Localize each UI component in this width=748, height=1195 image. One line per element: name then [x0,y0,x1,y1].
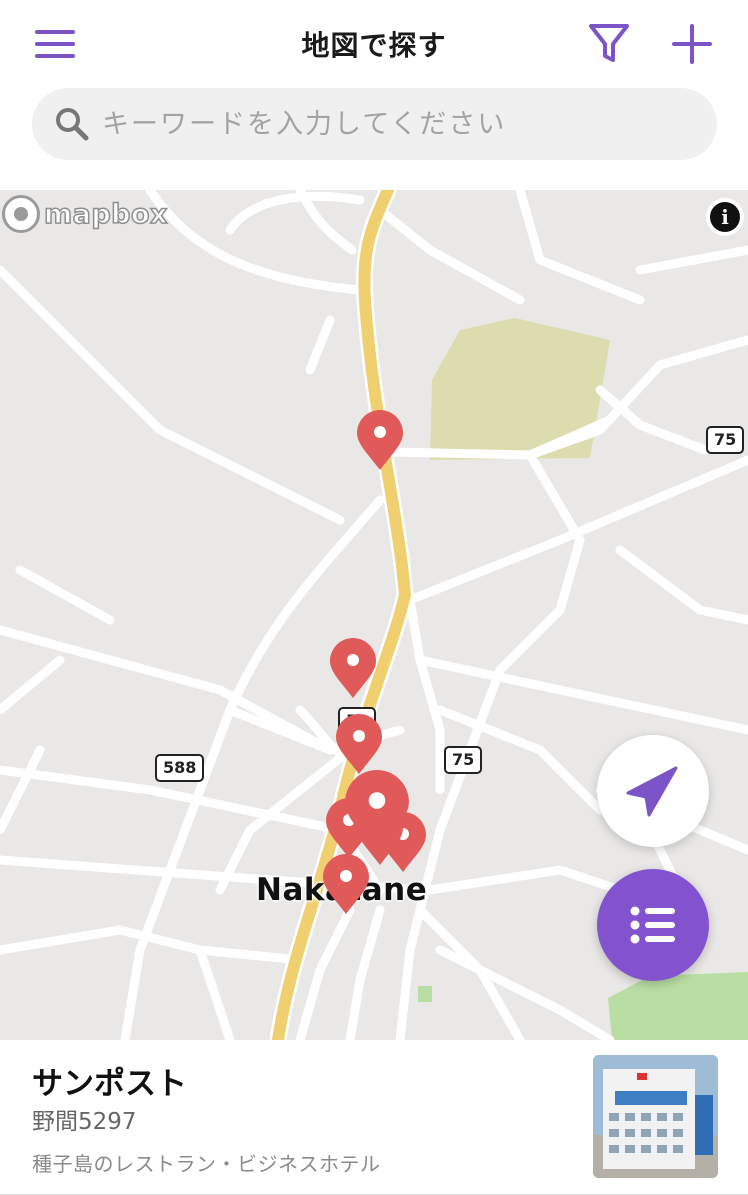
place-card[interactable]: サンポスト 野間5297 種子島のレストラン・ビジネスホテル [0,1040,748,1195]
map-marker-icon[interactable] [342,770,412,856]
map-marker-icon[interactable] [321,854,371,916]
place-description: 種子島のレストラン・ビジネスホテル [32,1152,381,1176]
search-bar[interactable] [32,88,717,160]
list-view-button[interactable] [597,869,709,981]
map-marker-icon[interactable] [334,714,384,776]
search-icon [56,108,89,141]
place-thumbnail [593,1055,718,1178]
mapbox-logo-text: mapbox [43,198,168,231]
navigation-arrow-icon [626,766,678,817]
info-button[interactable]: i [706,198,744,236]
map-marker-icon[interactable] [355,410,405,472]
filter-icon[interactable] [586,20,632,66]
road-shield: 75 [706,426,745,454]
mapbox-logo-icon [2,195,40,233]
list-icon [630,906,675,944]
add-icon[interactable] [668,20,716,68]
road-shield: 75 [444,746,483,774]
page-title: 地図で探す [301,29,447,62]
info-icon: i [710,202,740,232]
mapbox-logo: mapbox [2,194,168,234]
road-shield: 588 [155,754,205,782]
top-app-bar: 地図で探す [0,0,748,88]
search-input[interactable] [102,102,692,146]
place-name: サンポスト [32,1066,187,1102]
place-address: 野間5297 [32,1109,137,1135]
map-marker-icon[interactable] [328,638,378,700]
current-location-button[interactable] [597,735,709,847]
